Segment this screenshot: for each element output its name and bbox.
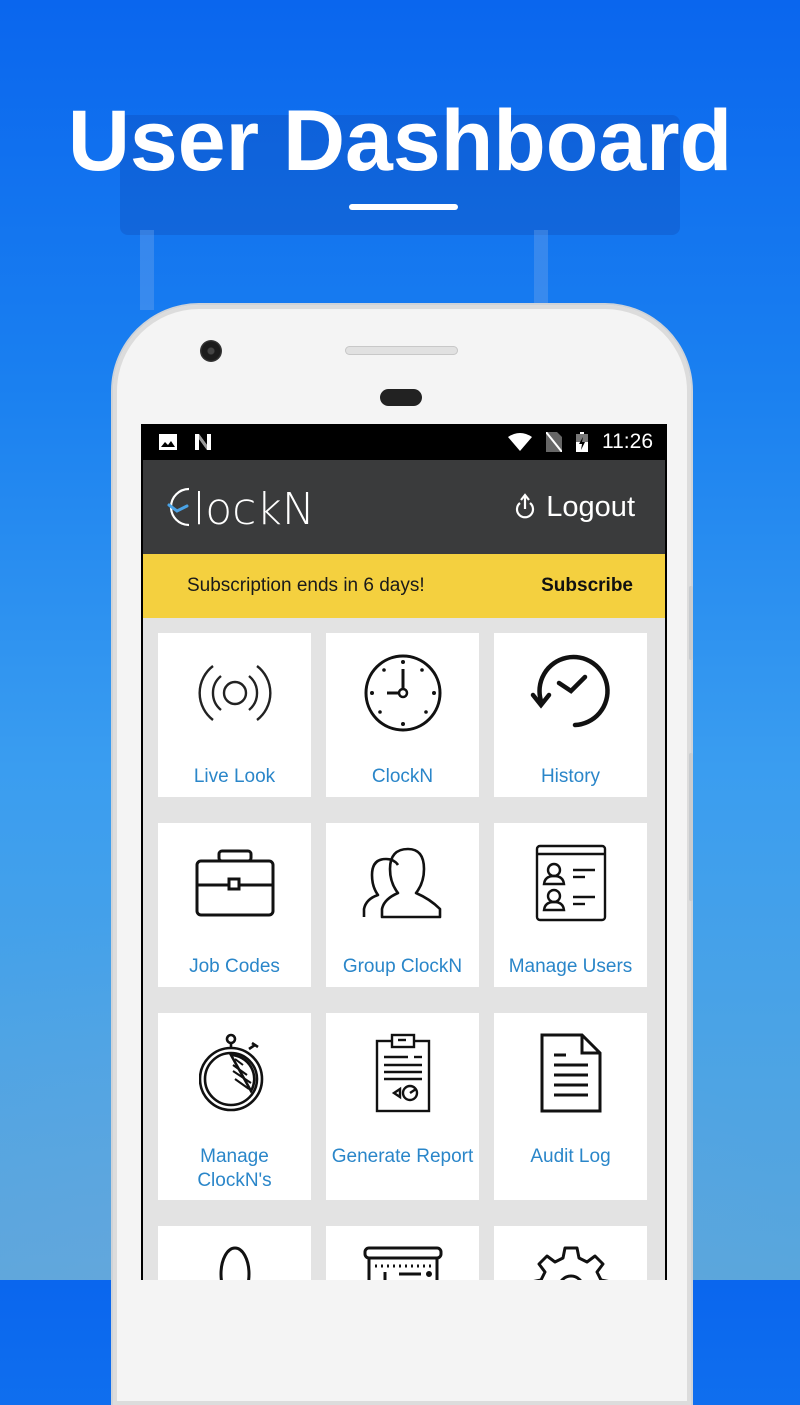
subscription-banner: Subscription ends in 6 days! Subscribe: [143, 554, 665, 618]
gear-icon: [529, 1244, 613, 1280]
n-notification-icon: [193, 433, 213, 451]
tile-label: Audit Log: [530, 1146, 611, 1167]
tile-history[interactable]: History: [494, 633, 647, 797]
person-icon: [193, 1244, 277, 1280]
document-icon: [529, 1031, 613, 1115]
logout-label: Logout: [546, 490, 635, 523]
phone-volume-button: [689, 753, 693, 901]
headline-underline: [349, 204, 458, 210]
briefcase-icon: [193, 841, 277, 925]
tile-label: Live Look: [193, 766, 276, 787]
background-decoration: [140, 230, 548, 310]
user-list-icon: [529, 841, 613, 925]
promo-headline: User Dashboard: [67, 93, 733, 189]
clockn-logo-icon: lockN: [167, 484, 315, 533]
wifi-icon: [508, 433, 532, 451]
image-notification-icon: [159, 434, 177, 450]
tile-label: Manage ClockN's: [197, 1146, 272, 1191]
tile-invoice[interactable]: [326, 1226, 479, 1280]
broadcast-icon: [193, 651, 277, 735]
logo-text: lockN: [193, 484, 315, 533]
tile-settings[interactable]: [494, 1226, 647, 1280]
tile-manage-clockns[interactable]: Manage ClockN's: [158, 1013, 311, 1200]
report-icon: [361, 1031, 445, 1115]
invoice-icon: [361, 1244, 445, 1280]
tile-clockn[interactable]: ClockN: [326, 633, 479, 797]
dashboard-grid: Live Look ClockN History Job Codes Group…: [143, 618, 665, 1280]
earpiece-speaker: [345, 346, 458, 355]
tile-profile[interactable]: [158, 1226, 311, 1280]
tile-manage-users[interactable]: Manage Users: [494, 823, 647, 987]
tile-group-clockn[interactable]: Group ClockN: [326, 823, 479, 987]
group-icon: [361, 841, 445, 925]
phone-screen: 11:26 lockN Logout Subscription ends in …: [141, 424, 667, 1280]
stopwatch-icon: [193, 1031, 277, 1115]
tile-label: Manage Users: [508, 956, 633, 977]
tile-label: History: [540, 766, 601, 787]
tile-label: Group ClockN: [342, 956, 463, 977]
tile-live-look[interactable]: Live Look: [158, 633, 311, 797]
tile-label: Generate Report: [331, 1146, 474, 1167]
phone-side-button: [689, 586, 693, 660]
tile-label: ClockN: [371, 766, 434, 787]
no-sim-icon: [546, 432, 562, 452]
battery-charging-icon: [576, 432, 588, 452]
tile-job-codes[interactable]: Job Codes: [158, 823, 311, 987]
status-time: 11:26: [602, 430, 653, 453]
logout-button[interactable]: Logout: [514, 491, 635, 524]
front-camera: [200, 340, 222, 362]
app-logo: lockN: [159, 481, 514, 533]
power-icon: [514, 493, 536, 521]
status-bar: 11:26: [143, 424, 665, 460]
tile-label: Job Codes: [189, 956, 280, 977]
subscribe-button[interactable]: Subscribe: [541, 575, 633, 597]
app-bar: lockN Logout: [143, 460, 665, 554]
subscription-message: Subscription ends in 6 days!: [187, 575, 425, 596]
history-icon: [529, 651, 613, 735]
tile-audit-log[interactable]: Audit Log: [494, 1013, 647, 1200]
proximity-sensor: [380, 389, 422, 406]
clock-icon: [361, 651, 445, 735]
tile-generate-report[interactable]: Generate Report: [326, 1013, 479, 1200]
